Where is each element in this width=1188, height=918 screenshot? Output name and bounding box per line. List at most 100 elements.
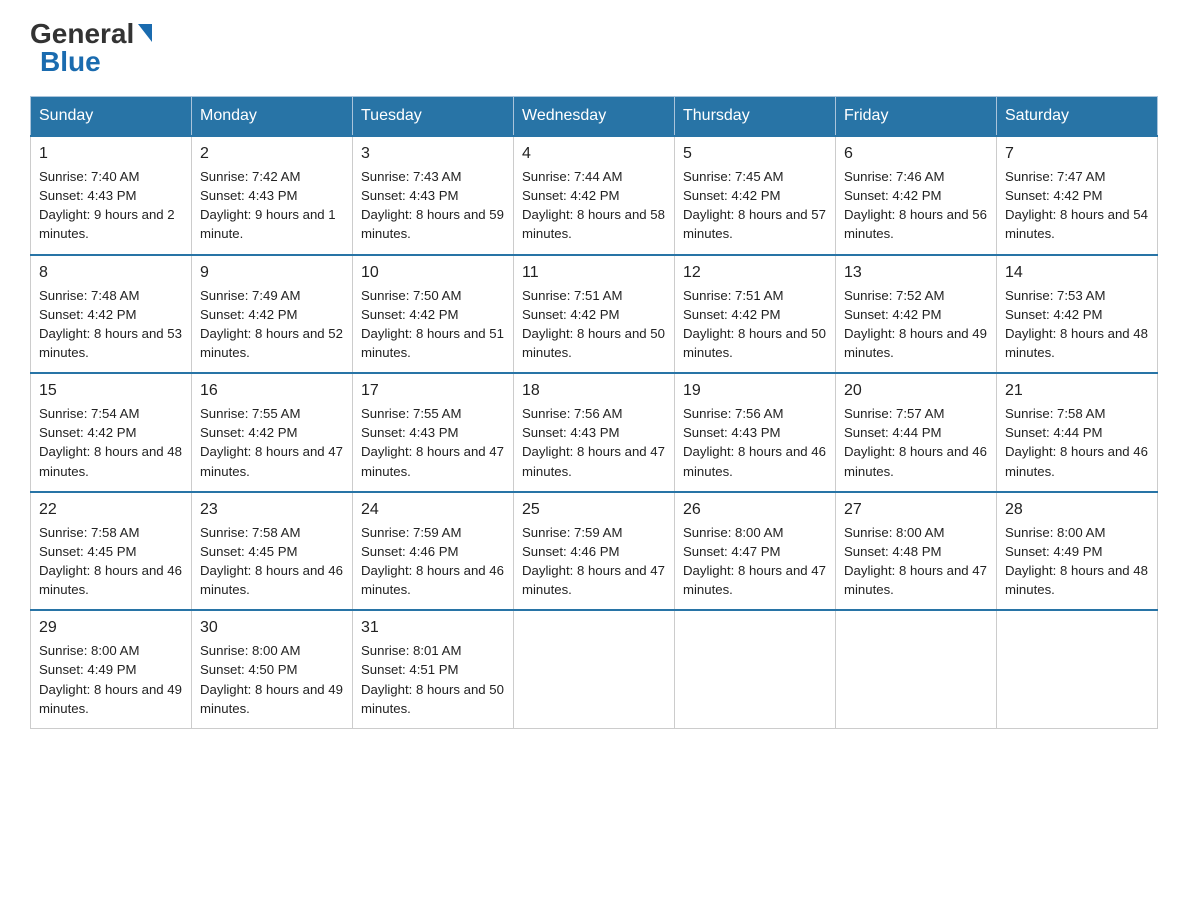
calendar-cell: 28 Sunrise: 8:00 AMSunset: 4:49 PMDaylig… — [997, 492, 1158, 611]
calendar-header: SundayMondayTuesdayWednesdayThursdayFrid… — [31, 97, 1158, 137]
day-info: Sunrise: 8:01 AMSunset: 4:51 PMDaylight:… — [361, 641, 505, 718]
calendar-week-4: 22 Sunrise: 7:58 AMSunset: 4:45 PMDaylig… — [31, 492, 1158, 611]
day-info: Sunrise: 7:58 AMSunset: 4:44 PMDaylight:… — [1005, 404, 1149, 481]
calendar-cell: 27 Sunrise: 8:00 AMSunset: 4:48 PMDaylig… — [836, 492, 997, 611]
day-info: Sunrise: 7:52 AMSunset: 4:42 PMDaylight:… — [844, 286, 988, 363]
calendar-cell — [836, 610, 997, 728]
calendar-week-1: 1 Sunrise: 7:40 AMSunset: 4:43 PMDayligh… — [31, 136, 1158, 255]
day-info: Sunrise: 7:45 AMSunset: 4:42 PMDaylight:… — [683, 167, 827, 244]
day-info: Sunrise: 7:43 AMSunset: 4:43 PMDaylight:… — [361, 167, 505, 244]
calendar-week-3: 15 Sunrise: 7:54 AMSunset: 4:42 PMDaylig… — [31, 373, 1158, 492]
day-number: 14 — [1005, 264, 1149, 282]
calendar-cell: 18 Sunrise: 7:56 AMSunset: 4:43 PMDaylig… — [514, 373, 675, 492]
day-number: 17 — [361, 382, 505, 400]
day-number: 11 — [522, 264, 666, 282]
calendar-week-5: 29 Sunrise: 8:00 AMSunset: 4:49 PMDaylig… — [31, 610, 1158, 728]
day-number: 29 — [39, 619, 183, 637]
day-info: Sunrise: 7:46 AMSunset: 4:42 PMDaylight:… — [844, 167, 988, 244]
day-number: 27 — [844, 501, 988, 519]
day-info: Sunrise: 7:42 AMSunset: 4:43 PMDaylight:… — [200, 167, 344, 244]
day-info: Sunrise: 7:51 AMSunset: 4:42 PMDaylight:… — [522, 286, 666, 363]
day-info: Sunrise: 7:44 AMSunset: 4:42 PMDaylight:… — [522, 167, 666, 244]
header-cell-sunday: Sunday — [31, 97, 192, 137]
calendar-cell — [997, 610, 1158, 728]
calendar-cell: 16 Sunrise: 7:55 AMSunset: 4:42 PMDaylig… — [192, 373, 353, 492]
calendar-cell: 4 Sunrise: 7:44 AMSunset: 4:42 PMDayligh… — [514, 136, 675, 255]
day-number: 2 — [200, 145, 344, 163]
calendar-cell: 8 Sunrise: 7:48 AMSunset: 4:42 PMDayligh… — [31, 255, 192, 374]
calendar-cell: 31 Sunrise: 8:01 AMSunset: 4:51 PMDaylig… — [353, 610, 514, 728]
day-number: 4 — [522, 145, 666, 163]
day-number: 28 — [1005, 501, 1149, 519]
calendar-cell: 29 Sunrise: 8:00 AMSunset: 4:49 PMDaylig… — [31, 610, 192, 728]
day-info: Sunrise: 8:00 AMSunset: 4:49 PMDaylight:… — [1005, 523, 1149, 600]
calendar-cell: 3 Sunrise: 7:43 AMSunset: 4:43 PMDayligh… — [353, 136, 514, 255]
header-row: SundayMondayTuesdayWednesdayThursdayFrid… — [31, 97, 1158, 137]
calendar-cell: 26 Sunrise: 8:00 AMSunset: 4:47 PMDaylig… — [675, 492, 836, 611]
calendar-cell: 7 Sunrise: 7:47 AMSunset: 4:42 PMDayligh… — [997, 136, 1158, 255]
day-info: Sunrise: 7:55 AMSunset: 4:43 PMDaylight:… — [361, 404, 505, 481]
day-number: 8 — [39, 264, 183, 282]
header-cell-friday: Friday — [836, 97, 997, 137]
day-info: Sunrise: 7:58 AMSunset: 4:45 PMDaylight:… — [200, 523, 344, 600]
day-number: 23 — [200, 501, 344, 519]
calendar-cell: 13 Sunrise: 7:52 AMSunset: 4:42 PMDaylig… — [836, 255, 997, 374]
day-info: Sunrise: 7:51 AMSunset: 4:42 PMDaylight:… — [683, 286, 827, 363]
calendar-body: 1 Sunrise: 7:40 AMSunset: 4:43 PMDayligh… — [31, 136, 1158, 728]
day-number: 7 — [1005, 145, 1149, 163]
day-number: 13 — [844, 264, 988, 282]
calendar-cell: 15 Sunrise: 7:54 AMSunset: 4:42 PMDaylig… — [31, 373, 192, 492]
day-info: Sunrise: 7:49 AMSunset: 4:42 PMDaylight:… — [200, 286, 344, 363]
day-number: 15 — [39, 382, 183, 400]
day-info: Sunrise: 7:56 AMSunset: 4:43 PMDaylight:… — [522, 404, 666, 481]
calendar-cell: 6 Sunrise: 7:46 AMSunset: 4:42 PMDayligh… — [836, 136, 997, 255]
day-number: 26 — [683, 501, 827, 519]
calendar-cell: 1 Sunrise: 7:40 AMSunset: 4:43 PMDayligh… — [31, 136, 192, 255]
day-info: Sunrise: 8:00 AMSunset: 4:49 PMDaylight:… — [39, 641, 183, 718]
calendar-cell: 21 Sunrise: 7:58 AMSunset: 4:44 PMDaylig… — [997, 373, 1158, 492]
logo-blue-text: Blue — [40, 48, 101, 76]
day-info: Sunrise: 7:59 AMSunset: 4:46 PMDaylight:… — [522, 523, 666, 600]
day-number: 10 — [361, 264, 505, 282]
header-cell-wednesday: Wednesday — [514, 97, 675, 137]
calendar-cell: 22 Sunrise: 7:58 AMSunset: 4:45 PMDaylig… — [31, 492, 192, 611]
day-info: Sunrise: 7:40 AMSunset: 4:43 PMDaylight:… — [39, 167, 183, 244]
calendar-cell: 25 Sunrise: 7:59 AMSunset: 4:46 PMDaylig… — [514, 492, 675, 611]
calendar-cell: 2 Sunrise: 7:42 AMSunset: 4:43 PMDayligh… — [192, 136, 353, 255]
calendar-cell: 11 Sunrise: 7:51 AMSunset: 4:42 PMDaylig… — [514, 255, 675, 374]
page-header: General Blue — [30, 20, 1158, 76]
day-number: 30 — [200, 619, 344, 637]
day-number: 18 — [522, 382, 666, 400]
calendar-cell: 20 Sunrise: 7:57 AMSunset: 4:44 PMDaylig… — [836, 373, 997, 492]
calendar-table: SundayMondayTuesdayWednesdayThursdayFrid… — [30, 96, 1158, 729]
calendar-cell: 23 Sunrise: 7:58 AMSunset: 4:45 PMDaylig… — [192, 492, 353, 611]
day-info: Sunrise: 7:56 AMSunset: 4:43 PMDaylight:… — [683, 404, 827, 481]
logo: General Blue — [30, 20, 152, 76]
day-number: 31 — [361, 619, 505, 637]
day-info: Sunrise: 8:00 AMSunset: 4:47 PMDaylight:… — [683, 523, 827, 600]
calendar-cell: 14 Sunrise: 7:53 AMSunset: 4:42 PMDaylig… — [997, 255, 1158, 374]
calendar-week-2: 8 Sunrise: 7:48 AMSunset: 4:42 PMDayligh… — [31, 255, 1158, 374]
day-number: 24 — [361, 501, 505, 519]
day-number: 16 — [200, 382, 344, 400]
day-info: Sunrise: 7:58 AMSunset: 4:45 PMDaylight:… — [39, 523, 183, 600]
day-number: 25 — [522, 501, 666, 519]
day-number: 1 — [39, 145, 183, 163]
logo-triangle-icon — [138, 24, 152, 42]
day-number: 20 — [844, 382, 988, 400]
day-info: Sunrise: 7:57 AMSunset: 4:44 PMDaylight:… — [844, 404, 988, 481]
calendar-cell: 30 Sunrise: 8:00 AMSunset: 4:50 PMDaylig… — [192, 610, 353, 728]
day-number: 19 — [683, 382, 827, 400]
day-number: 9 — [200, 264, 344, 282]
header-cell-thursday: Thursday — [675, 97, 836, 137]
header-cell-saturday: Saturday — [997, 97, 1158, 137]
calendar-cell: 5 Sunrise: 7:45 AMSunset: 4:42 PMDayligh… — [675, 136, 836, 255]
calendar-cell: 12 Sunrise: 7:51 AMSunset: 4:42 PMDaylig… — [675, 255, 836, 374]
day-number: 12 — [683, 264, 827, 282]
day-info: Sunrise: 7:50 AMSunset: 4:42 PMDaylight:… — [361, 286, 505, 363]
day-info: Sunrise: 7:48 AMSunset: 4:42 PMDaylight:… — [39, 286, 183, 363]
calendar-cell: 24 Sunrise: 7:59 AMSunset: 4:46 PMDaylig… — [353, 492, 514, 611]
day-info: Sunrise: 8:00 AMSunset: 4:48 PMDaylight:… — [844, 523, 988, 600]
day-info: Sunrise: 7:53 AMSunset: 4:42 PMDaylight:… — [1005, 286, 1149, 363]
day-number: 5 — [683, 145, 827, 163]
